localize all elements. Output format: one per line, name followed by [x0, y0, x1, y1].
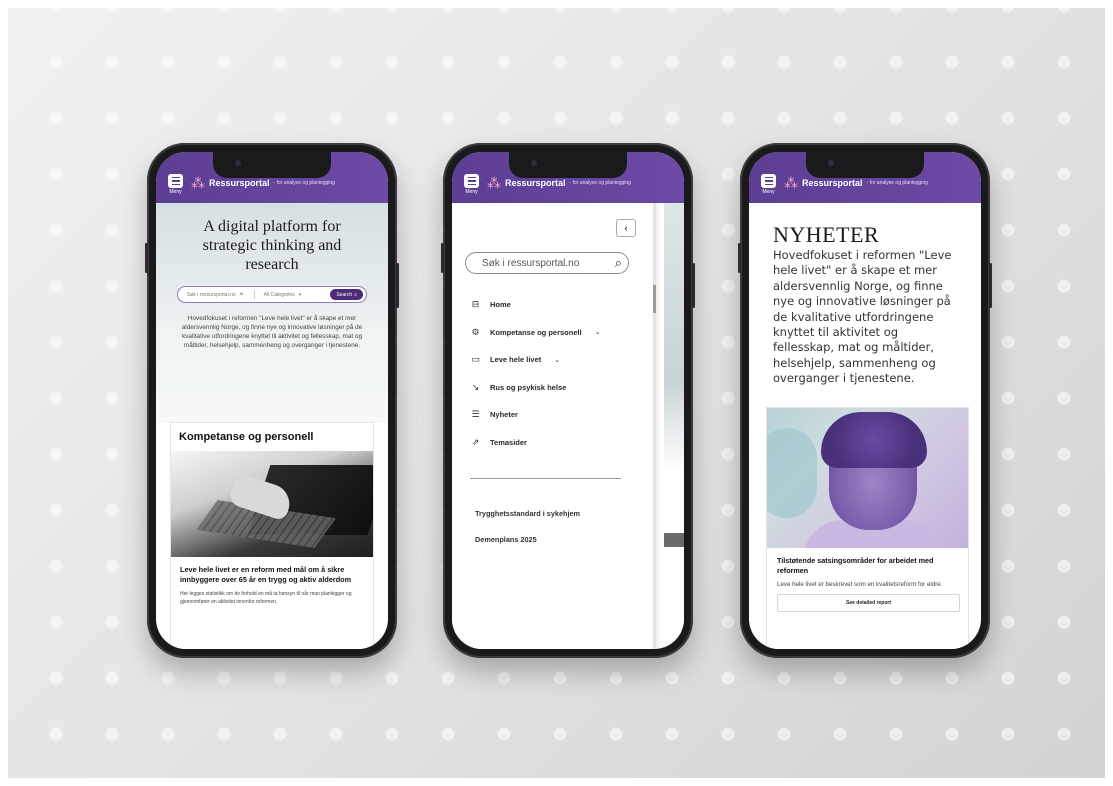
- brand-logo[interactable]: ⁂ Ressursportal - for analyse og planleg…: [784, 176, 928, 190]
- see-report-button[interactable]: See detailed report: [777, 593, 960, 612]
- power-button: [396, 263, 399, 308]
- news-card[interactable]: Tilstøtende satsingsområder for arbeidet…: [766, 407, 969, 649]
- card-headline: Leve hele livet er en reform med mål om …: [180, 565, 352, 584]
- hero-body: Hovedfokuset i reformen "Leve hele livet…: [181, 315, 363, 349]
- hero-section: A digital platform for strategic thinkin…: [156, 203, 388, 423]
- chevron-down-icon[interactable]: ⌄: [595, 328, 601, 336]
- hamburger-icon: [761, 174, 776, 188]
- sub-link-demenplan[interactable]: Demenplans 2025: [475, 535, 580, 561]
- category-select[interactable]: All Categories: [264, 292, 295, 298]
- brand-name: Ressursportal: [505, 178, 566, 188]
- volume-button: [145, 243, 148, 273]
- search-button[interactable]: Search ⌕: [330, 289, 363, 300]
- search-icon: ⌕: [614, 255, 622, 270]
- nav-drawer: ‹ Søk i ressursportal.no ⌕ ⊟ Home ⚙ Komp…: [452, 203, 656, 649]
- brand-name: Ressursportal: [209, 178, 270, 188]
- nav-item-label: Leve hele livet: [490, 355, 542, 365]
- photo-background-figure: [767, 428, 817, 518]
- nav-item-nyheter[interactable]: ☰ Nyheter: [470, 401, 640, 429]
- brand-tagline: - for analyse og planlegging: [273, 180, 335, 186]
- card-title: Kompetanse og personell: [179, 431, 314, 443]
- search-icon: ⌕: [239, 290, 244, 298]
- news-card-description: Leve hele livet er beskrevet som en kval…: [777, 581, 943, 588]
- hamburger-icon: [168, 174, 183, 188]
- hamburger-icon: [464, 174, 479, 188]
- laptop-photo: [171, 451, 373, 557]
- brand-name: Ressursportal: [802, 178, 863, 188]
- nav-item-home[interactable]: ⊟ Home: [470, 291, 640, 319]
- trend-down-icon: ↘: [471, 381, 480, 392]
- close-drawer-button[interactable]: ‹: [616, 219, 636, 237]
- phone-menu: Meny ⁂ Ressursportal - for analyse og pl…: [441, 143, 695, 658]
- screen-menu: Meny ⁂ Ressursportal - for analyse og pl…: [452, 152, 684, 649]
- chevron-left-icon: ‹: [624, 223, 628, 233]
- search-input[interactable]: Søk i ressursportal.no: [187, 292, 236, 298]
- underlying-image: [664, 533, 684, 547]
- sparkle-logo-icon: ⁂: [191, 175, 205, 191]
- photo-hair: [821, 412, 927, 468]
- category-card[interactable]: Kompetanse og personell Leve hele livet …: [170, 422, 374, 649]
- search-input[interactable]: Søk i ressursportal.no: [482, 258, 579, 269]
- power-button: [692, 263, 695, 308]
- search-button-label: Search: [336, 291, 353, 298]
- menu-button[interactable]: Meny: [168, 174, 183, 195]
- nav-list: ⊟ Home ⚙ Kompetanse og personell ⌄ ▭ Lev…: [470, 291, 640, 456]
- notch: [509, 152, 627, 178]
- menu-button[interactable]: Meny: [761, 174, 776, 195]
- search-icon: ⌕: [354, 291, 357, 298]
- news-intro: Hovedfokuset i reformen "Leve hele livet…: [773, 248, 952, 386]
- nav-item-label: Home: [490, 300, 511, 310]
- menu-label: Meny: [169, 189, 182, 195]
- nav-item-kompetanse[interactable]: ⚙ Kompetanse og personell ⌄: [470, 319, 640, 347]
- nav-item-label: Kompetanse og personell: [490, 327, 582, 337]
- chevron-down-icon: ▾: [298, 291, 302, 298]
- nav-item-label: Temasider: [490, 437, 527, 447]
- phone-home: Meny ⁂ Ressursportal - for analyse og pl…: [145, 143, 399, 658]
- news-card-headline: Tilstøtende satsingsområder for arbeidet…: [777, 556, 934, 575]
- sub-link-trygghetsstandard[interactable]: Trygghetsstandard i sykehjem: [475, 509, 580, 535]
- brand-tagline: - for analyse og planlegging: [569, 180, 631, 186]
- nav-item-leve-hele-livet[interactable]: ▭ Leve hele livet ⌄: [470, 346, 640, 374]
- trend-up-icon: ⇗: [471, 436, 480, 447]
- notch: [806, 152, 924, 178]
- notch: [213, 152, 331, 178]
- sparkle-logo-icon: ⁂: [784, 175, 798, 191]
- nav-item-rus[interactable]: ↘ Rus og psykisk helse: [470, 374, 640, 402]
- screen-home: Meny ⁂ Ressursportal - for analyse og pl…: [156, 152, 388, 649]
- brand-tagline: - for analyse og planlegging: [866, 180, 928, 186]
- phone-news: Meny ⁂ Ressursportal - for analyse og pl…: [738, 143, 992, 658]
- nav-divider: [470, 478, 621, 479]
- scrollbar-thumb[interactable]: [653, 285, 656, 313]
- sparkle-logo-icon: ⁂: [487, 175, 501, 191]
- card-description: Her legges statistikk om de forhold en m…: [180, 591, 352, 605]
- chevron-down-icon[interactable]: ⌄: [554, 356, 560, 364]
- hero-title: A digital platform for strategic thinkin…: [202, 218, 342, 273]
- volume-button: [738, 243, 741, 273]
- brand-logo[interactable]: ⁂ Ressursportal - for analyse og planleg…: [487, 176, 631, 190]
- inbox-icon: ⊟: [471, 299, 480, 310]
- divider: [253, 290, 255, 299]
- nav-item-temasider[interactable]: ⇗ Temasider: [470, 429, 640, 457]
- gear-icon: ⚙: [471, 326, 480, 337]
- search-bar[interactable]: Søk i ressursportal.no ⌕ All Categories …: [177, 286, 367, 303]
- power-button: [989, 263, 992, 308]
- volume-button: [441, 243, 444, 273]
- sub-link-list: Trygghetsstandard i sykehjem Demenplans …: [475, 509, 580, 561]
- page-title: NYHETER: [773, 222, 880, 247]
- menu-button[interactable]: Meny: [464, 174, 479, 195]
- drawer-search-bar[interactable]: Søk i ressursportal.no ⌕: [465, 252, 629, 274]
- document-icon: ☰: [471, 409, 480, 420]
- underlying-page: [664, 203, 684, 649]
- nav-item-label: Rus og psykisk helse: [490, 382, 567, 392]
- nav-item-label: Nyheter: [490, 410, 518, 420]
- scrollbar[interactable]: [653, 203, 656, 649]
- portrait-photo: [767, 408, 968, 548]
- menu-label: Meny: [762, 189, 775, 195]
- card-icon: ▭: [471, 354, 480, 365]
- menu-label: Meny: [465, 189, 478, 195]
- brand-logo[interactable]: ⁂ Ressursportal - for analyse og planleg…: [191, 176, 335, 190]
- screen-news: Meny ⁂ Ressursportal - for analyse og pl…: [749, 152, 981, 649]
